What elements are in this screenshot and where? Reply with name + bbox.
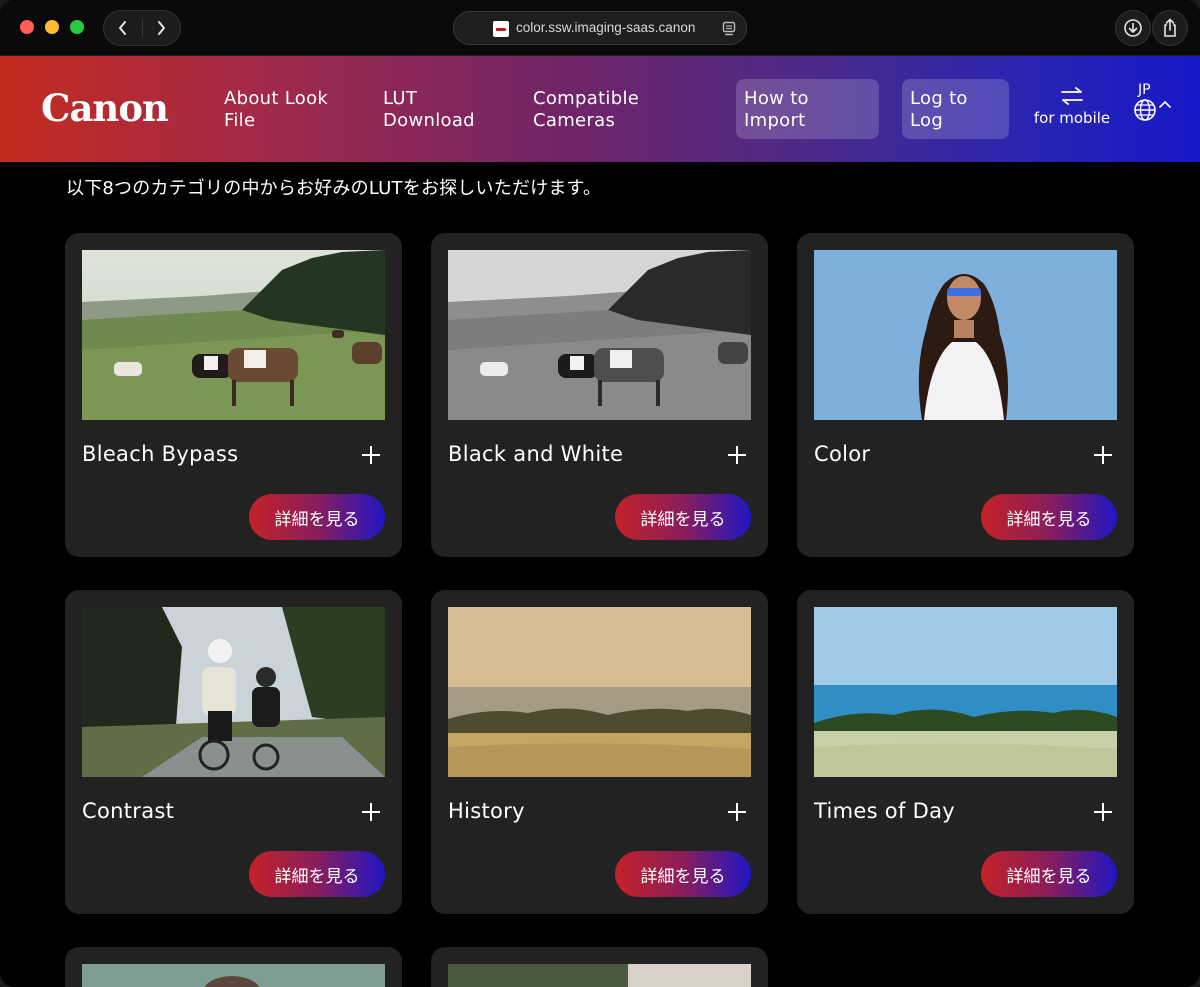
- nav-compat-line1: Compatible: [533, 88, 640, 109]
- lut-card-black-and-white[interactable]: Black and White 詳細を見る: [431, 233, 768, 557]
- lut-card-partial[interactable]: [431, 947, 768, 987]
- card-image[interactable]: [82, 607, 385, 777]
- card-image[interactable]: [448, 250, 751, 420]
- card-image[interactable]: [82, 250, 385, 420]
- history-nav: [103, 10, 181, 46]
- for-mobile-label: for mobile: [1033, 109, 1111, 127]
- plus-icon[interactable]: [727, 445, 747, 465]
- nav-log-line2: Log: [910, 110, 944, 131]
- view-details-button[interactable]: 詳細を見る: [615, 851, 751, 897]
- card-title: Color: [814, 442, 871, 466]
- zoom-window-button[interactable]: [70, 20, 84, 34]
- nav-how-to-import[interactable]: How to Import: [736, 79, 879, 139]
- lut-card-contrast[interactable]: Contrast 詳細を見る: [65, 590, 402, 914]
- card-title: Times of Day: [814, 799, 955, 823]
- chevron-up-icon: [1159, 100, 1171, 108]
- card-title: Bleach Bypass: [82, 442, 239, 466]
- nav-about-line1: About Look: [224, 88, 329, 109]
- intro-text: 以下8つのカテゴリの中からお好みのLUTをお探しいただけます。: [66, 178, 602, 199]
- swap-arrows-icon: [1061, 87, 1083, 105]
- nav-lut-download[interactable]: LUT Download: [383, 88, 503, 132]
- share-button[interactable]: [1152, 10, 1188, 46]
- download-icon: [1124, 19, 1142, 37]
- plus-icon[interactable]: [361, 802, 381, 822]
- nav-compatible-cameras[interactable]: Compatible Cameras: [533, 88, 673, 132]
- site-favicon-icon: [493, 21, 509, 37]
- globe-icon: [1134, 99, 1156, 121]
- nav-compat-line2: Cameras: [533, 110, 616, 131]
- card-title: Contrast: [82, 799, 175, 823]
- lut-card-partial[interactable]: [65, 947, 402, 987]
- reader-mode-icon[interactable]: [722, 21, 736, 37]
- plus-icon[interactable]: [727, 802, 747, 822]
- view-details-button[interactable]: 詳細を見る: [981, 851, 1117, 897]
- address-bar[interactable]: color.ssw.imaging-saas.canon: [453, 11, 747, 45]
- nav-log-to-log[interactable]: Log to Log: [902, 79, 1009, 139]
- view-details-button[interactable]: 詳細を見る: [981, 494, 1117, 540]
- card-image[interactable]: [448, 964, 751, 987]
- back-button[interactable]: [104, 11, 142, 45]
- nav-about-line2: File: [224, 110, 256, 131]
- nav-import-line1: How to: [744, 88, 809, 109]
- card-image[interactable]: [814, 250, 1117, 420]
- plus-icon[interactable]: [1093, 802, 1113, 822]
- lut-card-times-of-day[interactable]: Times of Day 詳細を見る: [797, 590, 1134, 914]
- chevron-left-icon: [119, 21, 126, 35]
- card-image[interactable]: [448, 607, 751, 777]
- language-code: JP: [1138, 82, 1151, 98]
- nav-lut-line2: Download: [383, 110, 475, 131]
- view-details-button[interactable]: 詳細を見る: [615, 494, 751, 540]
- canon-logo[interactable]: Canon: [41, 86, 169, 130]
- downloads-button[interactable]: [1115, 10, 1151, 46]
- close-window-button[interactable]: [20, 20, 34, 34]
- lut-card-color[interactable]: Color 詳細を見る: [797, 233, 1134, 557]
- card-title: Black and White: [448, 442, 624, 466]
- for-mobile-toggle[interactable]: for mobile: [1027, 86, 1117, 127]
- nav-log-line1: Log to: [910, 88, 968, 109]
- plus-icon[interactable]: [1093, 445, 1113, 465]
- browser-window: color.ssw.imaging-saas.canon Canon About…: [0, 0, 1200, 987]
- card-image[interactable]: [814, 607, 1117, 777]
- minimize-window-button[interactable]: [45, 20, 59, 34]
- share-icon: [1164, 18, 1176, 37]
- card-title: History: [448, 799, 525, 823]
- nav-about-look-file[interactable]: About Look File: [224, 88, 354, 132]
- lut-card-history[interactable]: History 詳細を見る: [431, 590, 768, 914]
- view-details-button[interactable]: 詳細を見る: [249, 494, 385, 540]
- chevron-right-icon: [158, 21, 165, 35]
- card-image[interactable]: [82, 964, 385, 987]
- site-header: Canon About Look File LUT Download Compa…: [0, 56, 1200, 162]
- nav-import-line2: Import: [744, 110, 806, 131]
- plus-icon[interactable]: [361, 445, 381, 465]
- browser-toolbar: color.ssw.imaging-saas.canon: [0, 0, 1200, 56]
- forward-button[interactable]: [142, 11, 180, 45]
- url-text: color.ssw.imaging-saas.canon: [516, 20, 696, 35]
- lut-card-bleach-bypass[interactable]: Bleach Bypass 詳細を見る: [65, 233, 402, 557]
- view-details-button[interactable]: 詳細を見る: [249, 851, 385, 897]
- nav-lut-line1: LUT: [383, 88, 418, 109]
